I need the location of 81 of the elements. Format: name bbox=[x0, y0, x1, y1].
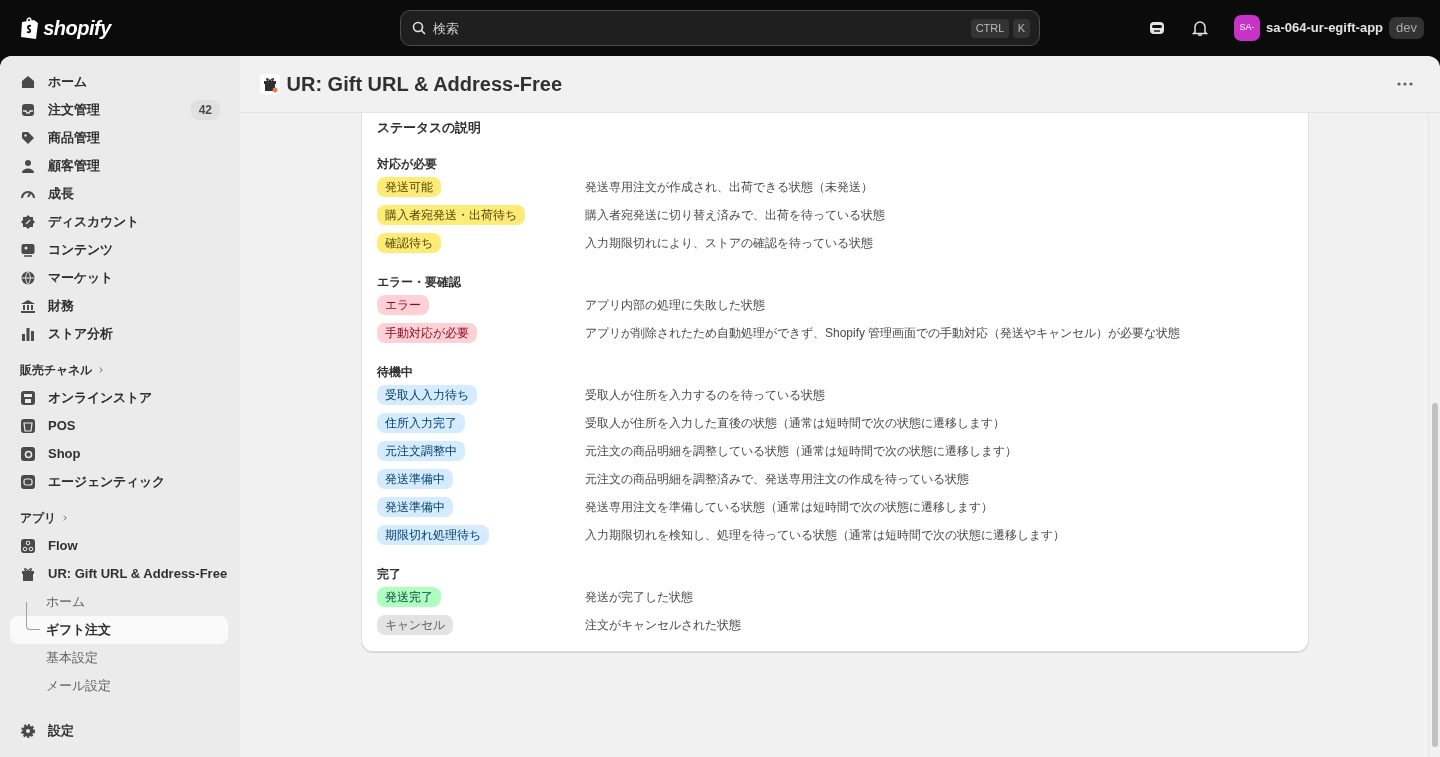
status-description: 発送が完了した状態 bbox=[585, 589, 693, 606]
scrollbar[interactable] bbox=[1428, 113, 1440, 757]
status-tag: 発送準備中 bbox=[377, 497, 453, 517]
storefront-icon bbox=[20, 390, 36, 406]
search-icon bbox=[412, 21, 426, 35]
bank-icon bbox=[20, 298, 36, 314]
status-description: 発送専用注文を準備している状態（通常は短時間で次の状態に遷移します） bbox=[585, 499, 993, 516]
status-tag: 期限切れ処理待ち bbox=[377, 525, 489, 545]
sidebar-item[interactable]: 商品管理 bbox=[10, 124, 228, 152]
flow-icon bbox=[20, 538, 36, 554]
status-description: 購入者宛発送に切り替え済みで、出荷を待っている状態 bbox=[585, 207, 885, 224]
sidebar-item[interactable]: エージェンティック bbox=[10, 468, 228, 496]
status-tag: 受取人入力待ち bbox=[377, 385, 477, 405]
status-tag: キャンセル bbox=[377, 615, 453, 635]
group-title: エラー・要確認 bbox=[377, 273, 462, 289]
logo-text[interactable]: shopify bbox=[43, 13, 111, 43]
sidebar-subitem[interactable]: ギフト注文 bbox=[10, 616, 228, 644]
page-title: UR: Gift URL & Address-Free bbox=[286, 72, 563, 96]
sidebar-subitem[interactable]: ホーム bbox=[10, 588, 228, 616]
status-description: 受取人が住所を入力した直後の状態（通常は短時間で次の状態に遷移します） bbox=[585, 415, 1005, 432]
status-tag: 元注文調整中 bbox=[377, 441, 465, 461]
sidebar-item[interactable]: 注文管理 42 bbox=[10, 96, 228, 124]
status-description: 受取人が住所を入力するのを待っている状態 bbox=[585, 387, 825, 404]
sidebar-item[interactable]: UR: Gift URL & Address-Free bbox=[10, 560, 228, 588]
gift-icon bbox=[260, 74, 280, 94]
status-tag: 購入者宛発送・出荷待ち bbox=[377, 205, 525, 225]
section-heading[interactable]: アプリ bbox=[10, 504, 228, 532]
sidebar-item[interactable]: マーケット bbox=[10, 264, 228, 292]
sidebar-item[interactable]: コンテンツ bbox=[10, 236, 228, 264]
sidebar-item[interactable]: 設定 bbox=[10, 717, 228, 745]
status-tag: エラー bbox=[377, 295, 429, 315]
sidebar-item[interactable]: ホーム bbox=[10, 68, 228, 96]
group-title: 対応が必要 bbox=[377, 155, 438, 171]
status-description: 発送専用注文が作成され、出荷できる状態（未発送） bbox=[585, 179, 873, 196]
discount-icon bbox=[20, 214, 36, 230]
tag-icon bbox=[20, 130, 36, 146]
inbox-icon bbox=[20, 102, 36, 118]
home-icon bbox=[20, 74, 36, 90]
sidebar-item[interactable]: Flow bbox=[10, 532, 228, 560]
scrollbar-thumb[interactable] bbox=[1432, 403, 1438, 747]
gear-icon bbox=[20, 723, 36, 739]
card-title: ステータスの説明 bbox=[377, 119, 482, 138]
status-tag: 発送可能 bbox=[377, 177, 441, 197]
sidebar-item[interactable]: Shop bbox=[10, 440, 228, 468]
status-tag: 発送準備中 bbox=[377, 469, 453, 489]
store-name[interactable]: sa-064-ur-egift-app bbox=[1266, 18, 1384, 38]
keyboard-key: CTRL bbox=[970, 19, 1010, 38]
sidebar-item[interactable]: ディスカウント bbox=[10, 208, 228, 236]
gift-icon bbox=[20, 566, 36, 582]
person-icon bbox=[20, 158, 36, 174]
bar-chart-icon bbox=[20, 326, 36, 342]
sidebar-item[interactable]: 顧客管理 bbox=[10, 152, 228, 180]
status-description: 入力期限切れを検知し、処理を待っている状態（通常は短時間で次の状態に遷移します） bbox=[585, 527, 1065, 544]
sidebar-subitem[interactable]: メール設定 bbox=[10, 672, 228, 700]
environment-tag: dev bbox=[1389, 17, 1424, 39]
count-badge: 42 bbox=[190, 100, 220, 120]
status-description: 注文がキャンセルされた状態 bbox=[585, 617, 741, 634]
status-tag: 住所入力完了 bbox=[377, 413, 465, 433]
sidebar-item[interactable]: 成長 bbox=[10, 180, 228, 208]
globe-icon bbox=[20, 270, 36, 286]
status-description: アプリ内部の処理に失敗した状態 bbox=[585, 297, 765, 314]
status-description: アプリが削除されたため自動処理ができず、Shopify 管理画面での手動対応（発送やキャンセル）が必要な状態 bbox=[585, 325, 1181, 342]
group-title: 待機中 bbox=[377, 363, 414, 379]
status-tag: 手動対応が必要 bbox=[377, 323, 477, 343]
more-icon bbox=[1396, 82, 1413, 87]
sidebar-item[interactable]: POS bbox=[10, 412, 228, 440]
status-description: 元注文の商品明細を調整している状態（通常は短時間で次の状態に遷移します） bbox=[585, 443, 1017, 460]
store-avatar[interactable]: SA- bbox=[1234, 15, 1260, 41]
image-icon bbox=[20, 242, 36, 258]
sidebar-item[interactable]: 財務 bbox=[10, 292, 228, 320]
status-description: 元注文の商品明細を調整済みで、発送専用注文の作成を待っている状態 bbox=[585, 471, 969, 488]
status-tag: 確認待ち bbox=[377, 233, 441, 253]
section-heading[interactable]: 販売チャネル bbox=[10, 356, 228, 384]
sidebar-item[interactable]: オンラインストア bbox=[10, 384, 228, 412]
group-title: 完了 bbox=[377, 565, 402, 581]
bell-icon[interactable] bbox=[1192, 19, 1208, 37]
sidebar-subitem[interactable]: 基本設定 bbox=[10, 644, 228, 672]
status-description: 入力期限切れにより、ストアの確認を待っている状態 bbox=[585, 235, 873, 252]
shop-icon bbox=[20, 446, 36, 462]
status-tag: 発送完了 bbox=[377, 587, 441, 607]
sidebar-item[interactable]: ストア分析 bbox=[10, 320, 228, 348]
